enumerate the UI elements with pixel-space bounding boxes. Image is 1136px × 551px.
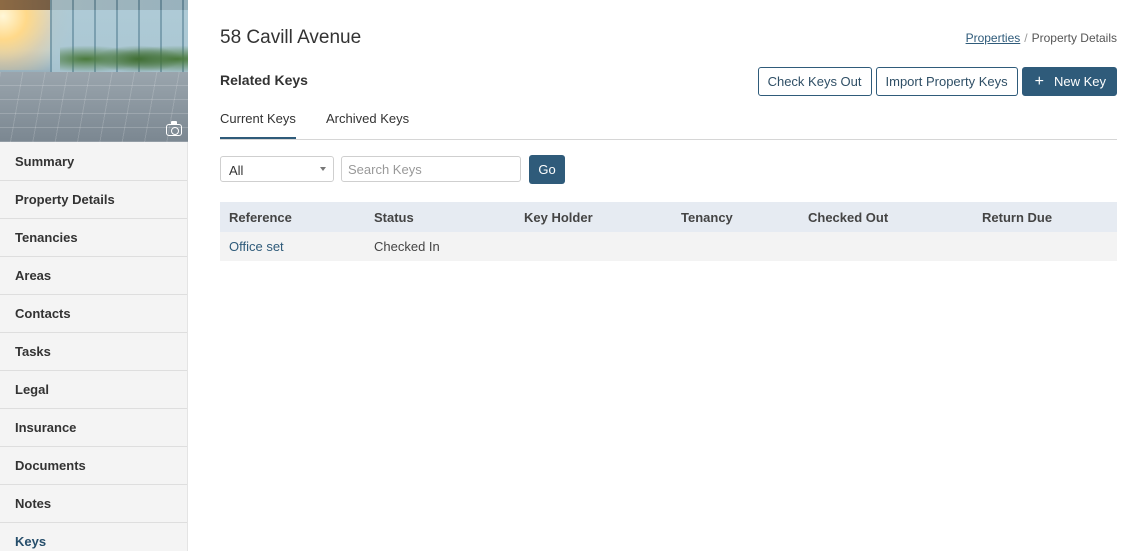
breadcrumb: Properties / Property Details: [966, 31, 1117, 45]
column-header-key-holder[interactable]: Key Holder: [515, 202, 672, 232]
sidebar-item-summary[interactable]: Summary: [0, 142, 187, 181]
breadcrumb-current: Property Details: [1031, 31, 1117, 45]
sidebar-item-documents[interactable]: Documents: [0, 447, 187, 485]
cell-reference: Office set: [220, 232, 365, 261]
sidebar-item-contacts[interactable]: Contacts: [0, 295, 187, 333]
page-title: 58 Cavill Avenue: [220, 27, 362, 48]
section-title: Related Keys: [220, 72, 308, 88]
keys-table: Reference Status Key Holder Tenancy Chec…: [220, 202, 1117, 261]
go-button[interactable]: Go: [529, 155, 565, 184]
status-filter-select[interactable]: All: [220, 156, 334, 182]
sidebar-item-insurance[interactable]: Insurance: [0, 409, 187, 447]
sidebar-item-areas[interactable]: Areas: [0, 257, 187, 295]
sidebar-item-legal[interactable]: Legal: [0, 371, 187, 409]
search-keys-input[interactable]: [341, 156, 521, 182]
plus-icon: +: [1034, 72, 1044, 90]
tab-current-keys[interactable]: Current Keys: [220, 111, 296, 139]
sidebar-item-keys[interactable]: Keys: [0, 523, 187, 551]
photo-trees: [60, 35, 188, 75]
breadcrumb-separator: /: [1024, 31, 1028, 45]
key-tabs: Current Keys Archived Keys: [220, 104, 1117, 140]
sidebar-nav: Summary Property Details Tenancies Areas…: [0, 142, 187, 551]
sidebar: Summary Property Details Tenancies Areas…: [0, 0, 188, 551]
table-row: Office set Checked In: [220, 232, 1117, 261]
camera-icon[interactable]: [166, 121, 182, 136]
sidebar-item-notes[interactable]: Notes: [0, 485, 187, 523]
column-header-return-due[interactable]: Return Due: [973, 202, 1117, 232]
sidebar-item-tasks[interactable]: Tasks: [0, 333, 187, 371]
cell-checked-out: [799, 232, 973, 261]
check-keys-out-button[interactable]: Check Keys Out: [757, 67, 872, 96]
sidebar-item-property-details[interactable]: Property Details: [0, 181, 187, 219]
sidebar-item-tenancies[interactable]: Tenancies: [0, 219, 187, 257]
property-photo: [0, 0, 188, 142]
key-reference-link[interactable]: Office set: [229, 239, 284, 254]
cell-tenancy: [672, 232, 799, 261]
chevron-down-icon: [320, 167, 326, 171]
cell-key-holder: [515, 232, 672, 261]
column-header-checked-out[interactable]: Checked Out: [799, 202, 973, 232]
column-header-reference[interactable]: Reference: [220, 202, 365, 232]
tab-archived-keys[interactable]: Archived Keys: [326, 111, 409, 137]
import-property-keys-button[interactable]: Import Property Keys: [875, 67, 1018, 96]
column-header-tenancy[interactable]: Tenancy: [672, 202, 799, 232]
new-key-label: New Key: [1053, 74, 1106, 89]
action-buttons: Check Keys Out Import Property Keys + Ne…: [757, 67, 1117, 96]
cell-return-due: [973, 232, 1117, 261]
photo-paving: [0, 72, 188, 142]
status-filter-value: All: [229, 163, 244, 178]
column-header-status[interactable]: Status: [365, 202, 515, 232]
table-header-row: Reference Status Key Holder Tenancy Chec…: [220, 202, 1117, 232]
new-key-button[interactable]: + New Key: [1021, 67, 1117, 96]
cell-status: Checked In: [365, 232, 515, 261]
breadcrumb-link-properties[interactable]: Properties: [966, 31, 1021, 45]
